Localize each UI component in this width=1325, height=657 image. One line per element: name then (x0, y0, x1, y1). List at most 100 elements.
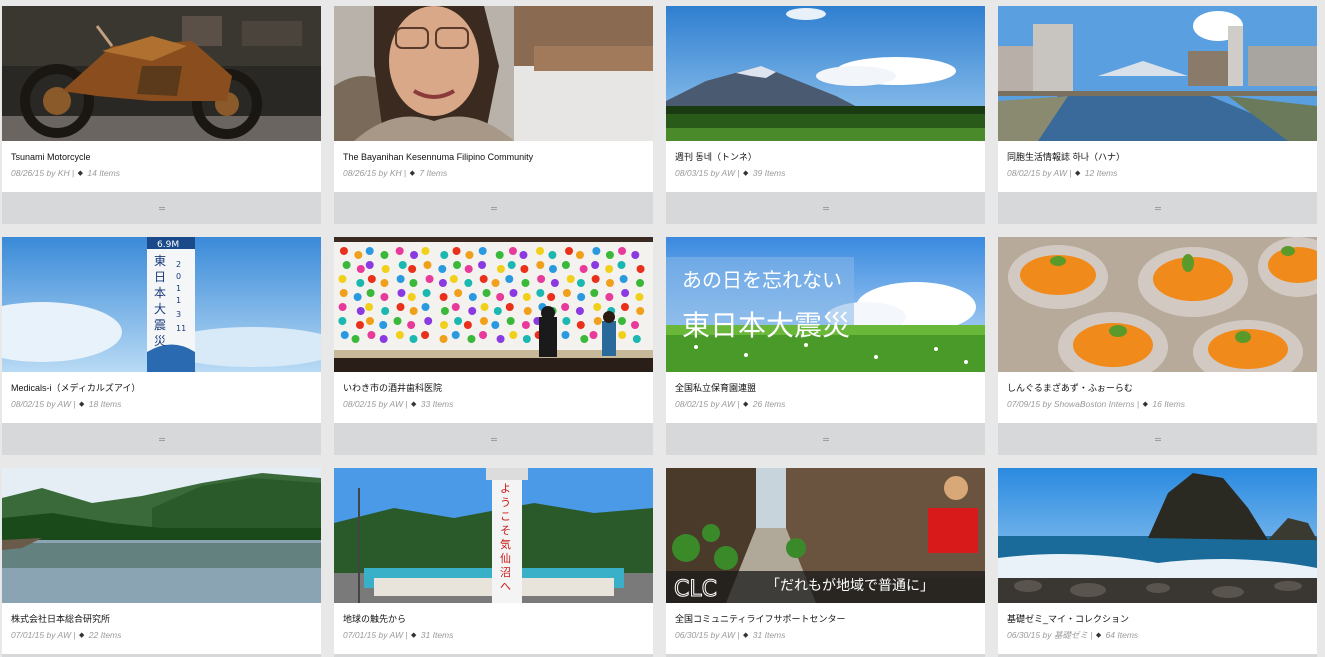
separator: | (1090, 630, 1093, 640)
collection-card[interactable]: CLC 「だれもが地域で普通に」 全国コミュニティライフサポートセンター 06/… (666, 468, 985, 657)
collection-thumbnail[interactable]: CLC 「だれもが地域で普通に」 (666, 468, 985, 603)
collection-card[interactable]: 株式会社日本総合研究所 07/01/15 by AW | ◆ 22 Items (2, 468, 321, 657)
collection-title[interactable]: Medicals-i（メディカルズアイ） (11, 382, 312, 394)
drag-handle-icon[interactable] (1154, 206, 1161, 210)
collection-thumbnail[interactable] (998, 468, 1317, 603)
handprint-mark (367, 331, 376, 339)
collection-title[interactable]: しんぐるまざあず・ふぉーらむ (1007, 382, 1308, 394)
collection-thumbnail[interactable]: 6.9M 東 日 本 大 震 災 2 0 1 1 3 11 (2, 237, 321, 372)
card-footer[interactable] (666, 192, 985, 224)
collection-thumbnail[interactable] (334, 237, 653, 372)
collection-title[interactable]: 株式会社日本総合研究所 (11, 613, 312, 625)
collection-title[interactable]: 地球の触先から (343, 613, 644, 625)
handprint-mark (617, 261, 626, 269)
handprint-mark (636, 307, 645, 315)
collection-thumbnail[interactable] (2, 468, 321, 603)
handprint-mark (593, 303, 602, 311)
collection-card[interactable]: Tsunami Motorcycle 08/26/15 by KH | ◆ 14… (2, 6, 321, 224)
by-label: by (710, 399, 720, 409)
handprint-mark (521, 279, 530, 287)
collection-title[interactable]: いわき市の酒井歯科医院 (343, 382, 644, 394)
collection-author[interactable]: AW (390, 399, 404, 409)
collection-card[interactable]: いわき市の酒井歯科医院 08/02/15 by AW | ◆ 33 Items (334, 237, 653, 455)
collection-card[interactable]: 同胞生活情報誌 하나（ハナ） 08/02/15 by AW | ◆ 12 Ite… (998, 6, 1317, 224)
collection-card[interactable]: The Bayanihan Kesennuma Filipino Communi… (334, 6, 653, 224)
collection-title[interactable]: 基礎ゼミ_マイ・コレクション (1007, 613, 1308, 625)
handprint-mark (565, 247, 574, 255)
collection-date: 07/01/15 (11, 630, 45, 640)
collection-thumbnail[interactable] (998, 237, 1317, 372)
handprint-mark (536, 289, 545, 297)
collection-thumbnail[interactable] (998, 6, 1317, 141)
collection-card[interactable]: あの日を忘れない 東日本大震災 全国私立保育園連盟 08/02/15 by AW… (666, 237, 985, 455)
drag-handle-icon[interactable] (822, 437, 829, 441)
card-footer[interactable] (998, 423, 1317, 455)
collection-title[interactable]: The Bayanihan Kesennuma Filipino Communi… (343, 151, 644, 163)
banner-line-1: あの日を忘れない (682, 268, 842, 292)
separator: | (73, 630, 76, 640)
handprint-mark (631, 321, 640, 329)
collection-info: 同胞生活情報誌 하나（ハナ） 08/02/15 by AW | ◆ 12 Ite… (998, 141, 1317, 192)
collection-author[interactable]: AW (722, 630, 736, 640)
svg-text:日: 日 (154, 270, 166, 284)
card-footer[interactable] (666, 423, 985, 455)
by-label: by (378, 168, 388, 178)
card-footer[interactable] (334, 423, 653, 455)
collection-author[interactable]: 基礎ゼミ (1054, 630, 1088, 640)
collection-thumbnail[interactable] (2, 6, 321, 141)
collection-author[interactable]: AW (1054, 168, 1068, 178)
collection-title[interactable]: 週刊 동네（トンネ） (675, 151, 976, 163)
drag-handle-icon[interactable] (158, 437, 165, 441)
card-footer[interactable] (2, 192, 321, 224)
collection-author[interactable]: AW (722, 399, 736, 409)
collection-title[interactable]: 全国私立保育園連盟 (675, 382, 976, 394)
handprint-mark (576, 321, 585, 329)
stack-icon: ◆ (1075, 170, 1081, 177)
svg-text:1: 1 (176, 284, 181, 293)
field-banner-image: あの日を忘れない 東日本大震災 (666, 237, 985, 372)
collection-title[interactable]: 全国コミュニティライフサポートセンター (675, 613, 976, 625)
collection-card[interactable]: 週刊 동네（トンネ） 08/03/15 by AW | ◆ 39 Items (666, 6, 985, 224)
collection-author[interactable]: AW (58, 399, 72, 409)
handprint-mark (632, 335, 641, 343)
card-footer[interactable] (998, 192, 1317, 224)
collection-info: 基礎ゼミ_マイ・コレクション 06/30/15 by 基礎ゼミ | ◆ 64 I… (998, 603, 1317, 654)
collection-title[interactable]: 同胞生活情報誌 하나（ハナ） (1007, 151, 1308, 163)
collection-author[interactable]: AW (58, 630, 72, 640)
item-count: 26 Items (752, 399, 786, 409)
collection-thumbnail[interactable]: あの日を忘れない 東日本大震災 (666, 237, 985, 372)
stack-icon: ◆ (77, 170, 83, 177)
card-footer[interactable] (2, 423, 321, 455)
collection-thumbnail[interactable]: よ う こ そ 気 仙 沼 へ (334, 468, 653, 603)
collection-thumbnail[interactable] (666, 6, 985, 141)
collection-title[interactable]: Tsunami Motorcycle (11, 151, 312, 163)
handprint-mark (380, 251, 389, 259)
drag-handle-icon[interactable] (158, 206, 165, 210)
collection-meta: 08/02/15 by AW | ◆ 26 Items (675, 399, 976, 410)
collection-card[interactable]: よ う こ そ 気 仙 沼 へ 地球の触先から 07/01/15 by AW |… (334, 468, 653, 657)
svg-text:気: 気 (500, 537, 511, 551)
handprint-mark (617, 317, 626, 325)
card-footer[interactable] (334, 192, 653, 224)
collection-card[interactable]: 基礎ゼミ_マイ・コレクション 06/30/15 by 基礎ゼミ | ◆ 64 I… (998, 468, 1317, 657)
handprint-mark (493, 307, 502, 315)
collection-author[interactable]: KH (58, 168, 70, 178)
collection-author[interactable]: ShowaBoston Interns (1054, 399, 1135, 409)
drag-handle-icon[interactable] (822, 206, 829, 210)
svg-text:大: 大 (154, 302, 166, 316)
lake-image (2, 468, 321, 603)
drag-handle-icon[interactable] (490, 437, 497, 441)
collection-thumbnail[interactable] (334, 6, 653, 141)
collection-author[interactable]: KH (390, 168, 402, 178)
handprint-mark (424, 317, 433, 325)
collection-author[interactable]: AW (722, 168, 736, 178)
collection-author[interactable]: AW (390, 630, 404, 640)
handprint-mark (338, 317, 347, 325)
handprint-mark (566, 275, 575, 283)
drag-handle-icon[interactable] (1154, 437, 1161, 441)
collection-card[interactable]: しんぐるまざあず・ふぉーらむ 07/09/15 by ShowaBoston I… (998, 237, 1317, 455)
stack-icon: ◆ (79, 632, 85, 639)
drag-handle-icon[interactable] (490, 206, 497, 210)
handprint-mark (340, 331, 349, 339)
collection-card[interactable]: 6.9M 東 日 本 大 震 災 2 0 1 1 3 11 Medicals-i… (2, 237, 321, 455)
